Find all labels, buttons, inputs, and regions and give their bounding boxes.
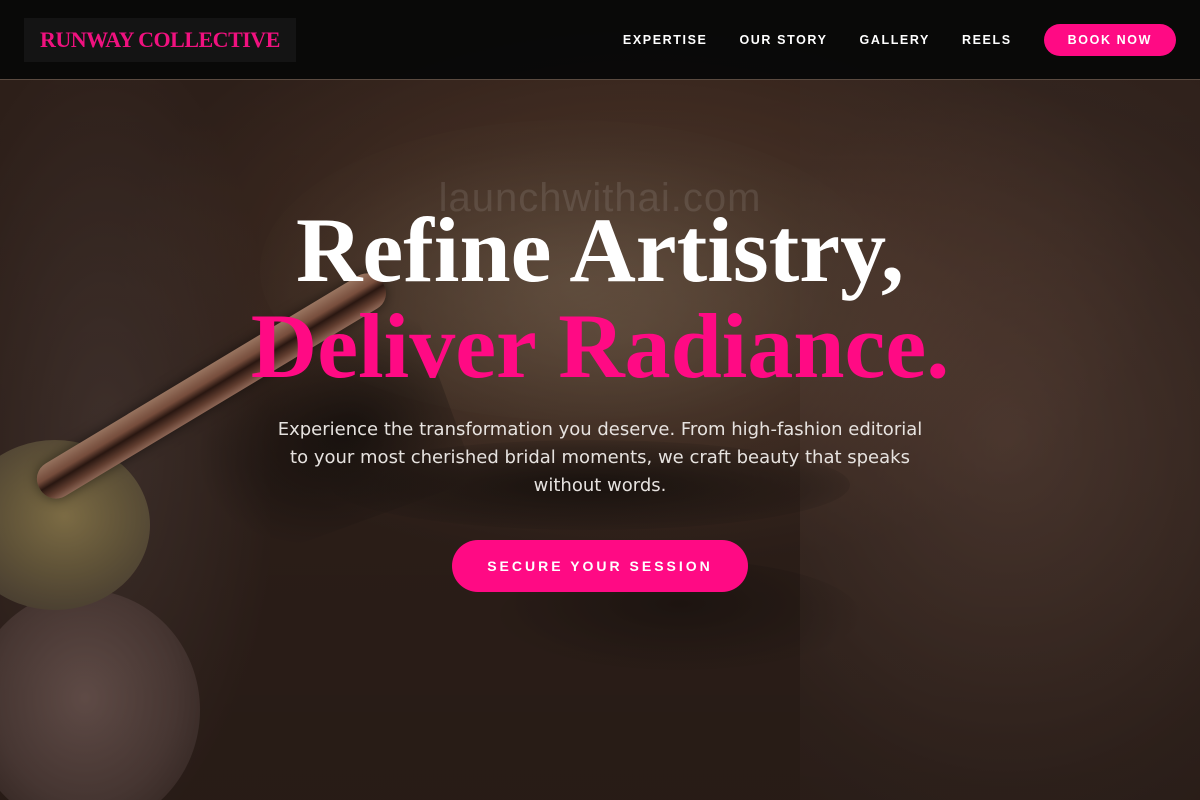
- nav-link-reels[interactable]: REELS: [962, 33, 1012, 47]
- hero-subtext: Experience the transformation you deserv…: [277, 419, 923, 496]
- book-now-button[interactable]: BOOK NOW: [1043, 23, 1176, 56]
- nav-link-our-story[interactable]: OUR STORY: [739, 33, 827, 47]
- nav-link-expertise[interactable]: EXPERTISE: [623, 33, 708, 47]
- site-header: RUNWAY COLLECTIVE EXPERTISE OUR STORY GA…: [0, 0, 1200, 80]
- nav-link-gallery[interactable]: GALLERY: [860, 33, 930, 47]
- main-nav: EXPERTISE OUR STORY GALLERY REELS BOOK N…: [591, 23, 1176, 56]
- hero-headline-line2: Deliver Radiance.: [250, 295, 950, 397]
- brand-logo[interactable]: RUNWAY COLLECTIVE: [24, 17, 296, 62]
- hero-section: Refine Artistry, Deliver Radiance. Exper…: [0, 200, 1200, 592]
- hero-headline-line1: Refine Artistry,: [295, 199, 905, 301]
- secure-session-button[interactable]: SECURE YOUR SESSION: [452, 540, 748, 592]
